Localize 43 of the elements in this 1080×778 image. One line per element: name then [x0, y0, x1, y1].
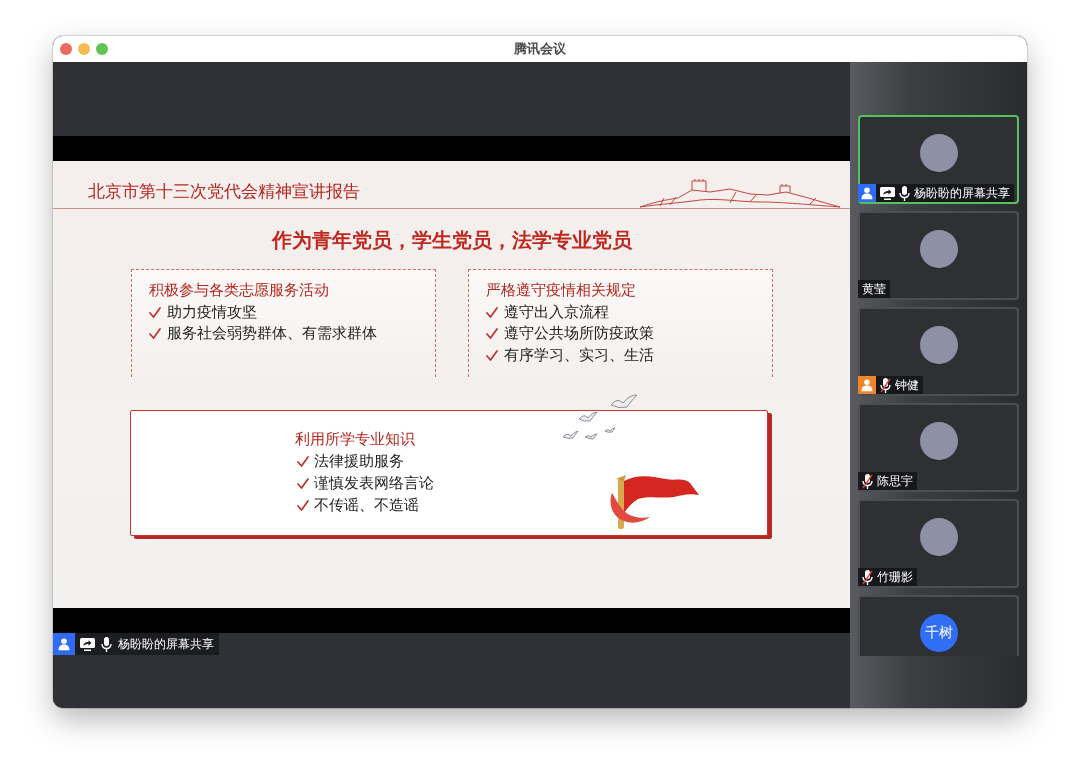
- participant-name: 杨盼盼的屏幕共享: [118, 635, 214, 653]
- participant-tile[interactable]: 陈思宇: [858, 403, 1019, 492]
- minimize-button[interactable]: [78, 43, 90, 55]
- panel-title: 严格遵守疫情相关规定: [485, 280, 637, 301]
- checklist-item: 谨慎发表网络言论: [314, 473, 434, 494]
- participant-tile[interactable]: 黄莹: [858, 211, 1019, 300]
- avatar: [919, 422, 958, 460]
- panel-title: 积极参与各类志愿服务活动: [148, 280, 330, 301]
- check-icon: [485, 328, 498, 340]
- avatar: 千树: [919, 614, 958, 652]
- participant-name: 钟健: [895, 377, 919, 393]
- check-icon: [297, 477, 309, 489]
- checklist-item: 服务社会弱势群体、有需求群体: [166, 323, 377, 344]
- participant-name: 杨盼盼的屏幕共享: [914, 185, 1010, 201]
- check-icon: [148, 328, 161, 340]
- maximize-button[interactable]: [96, 43, 108, 55]
- check-icon: [485, 349, 498, 361]
- participant-name: 黄莹: [862, 281, 886, 297]
- check-icon: [297, 455, 309, 467]
- window-title: 腾讯会议: [514, 40, 566, 58]
- participant-tile[interactable]: 竹珊影: [858, 499, 1019, 588]
- avatar: [919, 518, 958, 556]
- checklist-item: 法律援助服务: [314, 451, 404, 472]
- participant-name: 竹珊影: [877, 569, 913, 585]
- participant-name: 陈思宇: [877, 473, 913, 489]
- checklist-item: 不传谣、不造谣: [314, 495, 419, 516]
- checklist-item: 遵守出入京流程: [503, 301, 609, 323]
- slide-heading: 作为青年党员，学生党员，法学专业党员: [270, 227, 633, 253]
- avatar: [919, 326, 958, 364]
- avatar: [919, 230, 958, 268]
- participant-tile[interactable]: 杨盼盼的屏幕共享: [858, 115, 1019, 204]
- avatar: [919, 134, 958, 172]
- checklist-item: 遵守公共场所防疫政策: [503, 323, 654, 344]
- panel-title: 利用所学专业知识: [295, 429, 415, 450]
- checklist-item: 有序学习、实习、生活: [503, 344, 654, 366]
- check-icon: [148, 306, 161, 318]
- participant-tile[interactable]: 千树: [858, 595, 1019, 656]
- slide-header-title: 北京市第十三次党代会精神宣讲报告: [88, 181, 360, 202]
- participant-tile[interactable]: 钟健: [858, 307, 1019, 396]
- checklist-item: 助力疫情攻坚: [166, 301, 257, 323]
- check-icon: [297, 499, 309, 511]
- close-button[interactable]: [60, 43, 72, 55]
- check-icon: [485, 306, 498, 318]
